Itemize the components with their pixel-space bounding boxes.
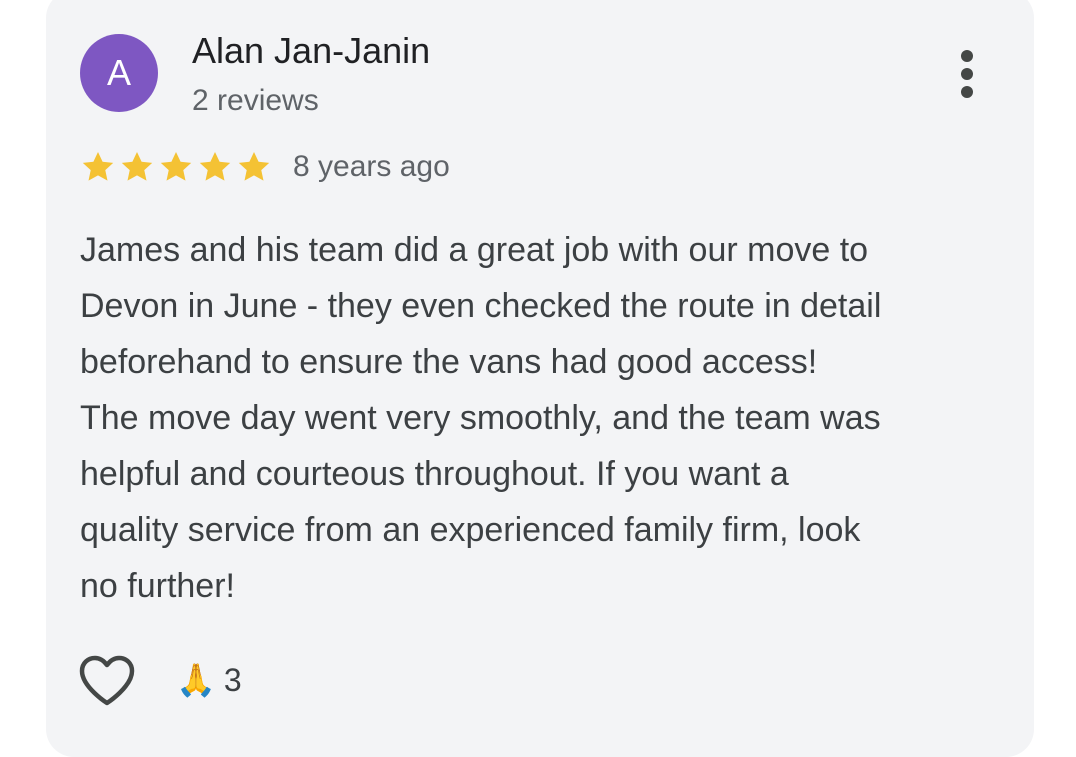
review-text-line: Devon in June - they even checked the ro… <box>80 287 882 325</box>
praying-hands-icon: 🙏 <box>176 662 216 698</box>
avatar-initial: A <box>106 52 131 93</box>
review-text-line: quality service from an experienced fami… <box>80 511 861 549</box>
more-options-button[interactable] <box>944 46 990 102</box>
more-dot <box>961 68 973 80</box>
star-rating <box>79 148 274 186</box>
star-icon <box>121 151 153 181</box>
star-icon <box>199 151 231 181</box>
more-dot <box>961 86 973 98</box>
heart-outline-icon <box>79 655 135 706</box>
more-vertical-icon <box>961 50 973 62</box>
review-text: James and his team did a great job with … <box>80 222 1020 614</box>
review-text-line: James and his team did a great job with … <box>80 231 869 269</box>
author-name[interactable]: Alan Jan-Janin <box>192 30 430 72</box>
star-icon <box>238 151 270 181</box>
reaction-summary[interactable]: 🙏 3 <box>176 660 242 700</box>
review-text-line: helpful and courteous throughout. If you… <box>80 455 789 493</box>
review-time: 8 years ago <box>293 150 450 183</box>
review-text-line: no further! <box>80 567 235 605</box>
like-button[interactable] <box>78 654 136 708</box>
avatar[interactable]: A <box>80 34 158 112</box>
author-review-count: 2 reviews <box>192 84 319 117</box>
review-text-line: beforehand to ensure the vans had good a… <box>80 343 818 381</box>
star-icon <box>160 151 192 181</box>
review-text-line: The move day went very smoothly, and the… <box>80 399 881 437</box>
star-icon <box>82 151 114 181</box>
reaction-count: 3 <box>223 661 242 698</box>
